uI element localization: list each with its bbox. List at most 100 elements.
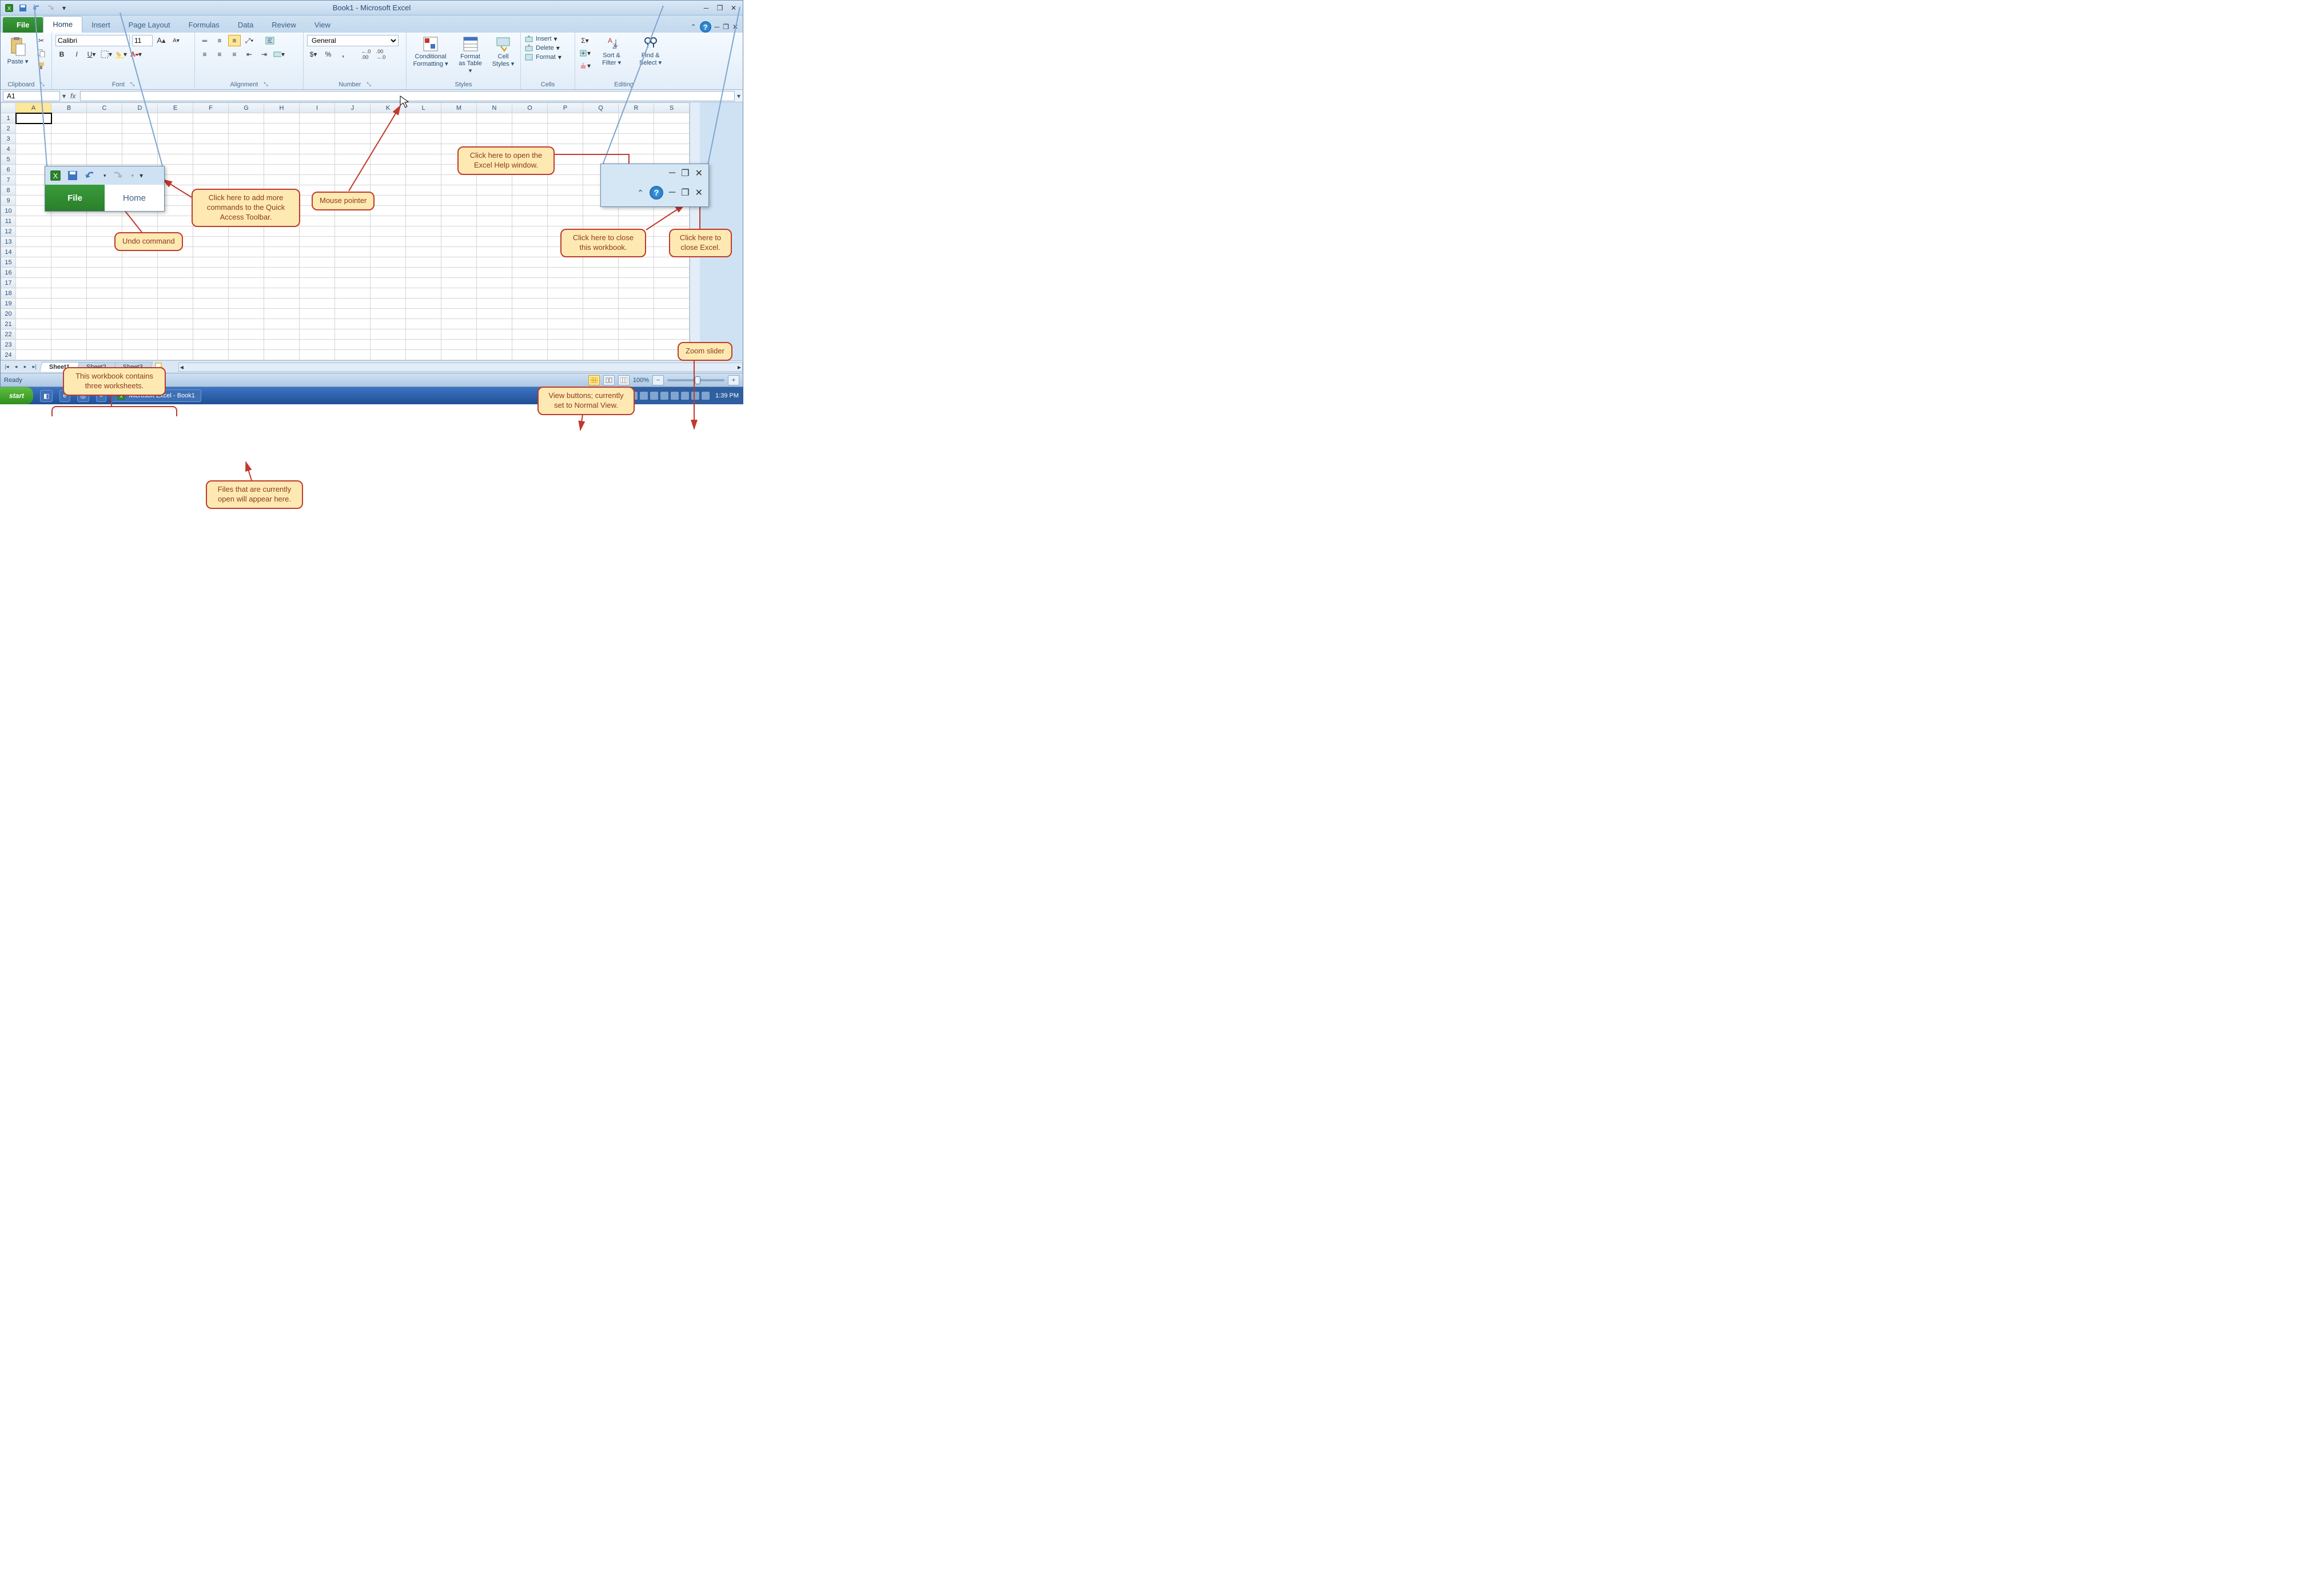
cell[interactable] xyxy=(193,154,229,165)
cell[interactable] xyxy=(51,257,87,268)
cell[interactable] xyxy=(548,268,583,278)
view-normal-icon[interactable] xyxy=(588,375,600,385)
cell[interactable] xyxy=(51,134,87,144)
cell[interactable] xyxy=(406,319,441,329)
cell[interactable] xyxy=(158,329,193,340)
cell[interactable] xyxy=(229,350,264,360)
cell[interactable] xyxy=(264,278,300,288)
cell[interactable] xyxy=(583,216,619,226)
horizontal-scrollbar[interactable]: ◂▸ xyxy=(178,363,743,372)
cell[interactable] xyxy=(87,288,122,298)
cell[interactable] xyxy=(477,319,512,329)
cell[interactable] xyxy=(619,134,654,144)
cell[interactable] xyxy=(512,257,548,268)
cell[interactable] xyxy=(548,185,583,196)
cell[interactable] xyxy=(548,309,583,319)
cell[interactable] xyxy=(300,226,335,237)
cell[interactable] xyxy=(300,134,335,144)
cell[interactable] xyxy=(619,113,654,124)
cell[interactable] xyxy=(51,309,87,319)
increase-indent-icon[interactable]: ⇥ xyxy=(258,49,270,60)
cell[interactable] xyxy=(264,329,300,340)
cell[interactable] xyxy=(477,206,512,216)
cell[interactable] xyxy=(122,278,158,288)
row-header[interactable]: 7 xyxy=(1,175,16,185)
cell[interactable] xyxy=(335,278,371,288)
cell[interactable] xyxy=(548,288,583,298)
cell[interactable] xyxy=(477,247,512,257)
tray-icon[interactable] xyxy=(681,392,689,400)
row-header[interactable]: 19 xyxy=(1,298,16,309)
cell[interactable] xyxy=(122,134,158,144)
cell[interactable] xyxy=(229,226,264,237)
cell[interactable] xyxy=(122,154,158,165)
cell[interactable] xyxy=(300,237,335,247)
cell[interactable] xyxy=(619,340,654,350)
cell[interactable] xyxy=(654,124,690,134)
cell[interactable] xyxy=(229,165,264,175)
tab-page-layout[interactable]: Page Layout xyxy=(120,17,180,33)
cell[interactable] xyxy=(441,309,477,319)
row-header[interactable]: 10 xyxy=(1,206,16,216)
cell[interactable] xyxy=(158,257,193,268)
cell[interactable] xyxy=(264,288,300,298)
cell[interactable] xyxy=(619,124,654,134)
row-header[interactable]: 9 xyxy=(1,196,16,206)
cell[interactable] xyxy=(16,154,51,165)
sheet-nav-prev-icon[interactable]: ◂ xyxy=(12,363,20,371)
cell[interactable] xyxy=(335,350,371,360)
cell[interactable] xyxy=(16,340,51,350)
cell[interactable] xyxy=(512,185,548,196)
cell[interactable] xyxy=(51,226,87,237)
format-painter-icon[interactable] xyxy=(35,60,47,71)
cell[interactable] xyxy=(512,340,548,350)
cell[interactable] xyxy=(51,124,87,134)
cell[interactable] xyxy=(477,288,512,298)
cell[interactable] xyxy=(158,144,193,154)
cell[interactable] xyxy=(512,268,548,278)
cell[interactable] xyxy=(441,329,477,340)
alignment-dialog-icon[interactable]: ⤡ xyxy=(264,81,268,88)
cell[interactable] xyxy=(371,288,406,298)
row-header[interactable]: 12 xyxy=(1,226,16,237)
grow-font-icon[interactable]: A▴ xyxy=(155,35,168,46)
cell[interactable] xyxy=(300,329,335,340)
cell[interactable] xyxy=(512,216,548,226)
cell[interactable] xyxy=(441,216,477,226)
cell[interactable] xyxy=(406,350,441,360)
restore-workbook-icon[interactable]: ❐ xyxy=(723,23,729,31)
cell[interactable] xyxy=(406,309,441,319)
row-header[interactable]: 8 xyxy=(1,185,16,196)
zoom-out-icon[interactable]: − xyxy=(652,375,664,385)
row-header[interactable]: 13 xyxy=(1,237,16,247)
column-header[interactable]: S xyxy=(654,103,690,113)
cell[interactable] xyxy=(477,309,512,319)
tab-data[interactable]: Data xyxy=(229,17,262,33)
cell[interactable] xyxy=(583,124,619,134)
cell[interactable] xyxy=(512,206,548,216)
sheet-nav-first-icon[interactable]: |◂ xyxy=(3,363,11,371)
cell[interactable] xyxy=(300,288,335,298)
cell[interactable] xyxy=(51,154,87,165)
cell[interactable] xyxy=(441,257,477,268)
borders-icon[interactable]: ▾ xyxy=(100,49,113,60)
minimize-workbook-icon[interactable]: ─ xyxy=(715,23,720,31)
cell[interactable] xyxy=(87,309,122,319)
cell[interactable] xyxy=(264,268,300,278)
tab-insert[interactable]: Insert xyxy=(82,17,120,33)
cell[interactable] xyxy=(371,278,406,288)
cell[interactable] xyxy=(158,288,193,298)
cell[interactable] xyxy=(371,113,406,124)
cell[interactable] xyxy=(193,340,229,350)
cell[interactable] xyxy=(87,298,122,309)
cell[interactable] xyxy=(87,329,122,340)
cell[interactable] xyxy=(122,124,158,134)
fill-color-icon[interactable]: ▾ xyxy=(115,49,128,60)
cell[interactable] xyxy=(158,268,193,278)
cell[interactable] xyxy=(158,350,193,360)
cell[interactable] xyxy=(335,268,371,278)
cell[interactable] xyxy=(51,237,87,247)
cell[interactable] xyxy=(16,144,51,154)
cell[interactable] xyxy=(406,185,441,196)
cell[interactable] xyxy=(300,257,335,268)
